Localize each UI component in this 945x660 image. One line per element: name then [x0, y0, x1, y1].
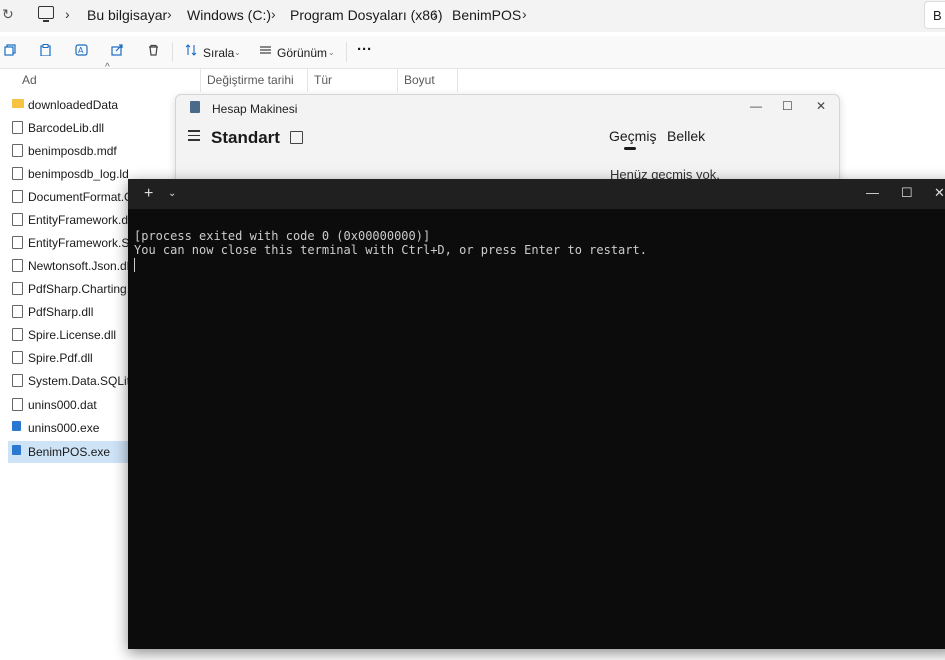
close-icon[interactable]: ✕ [816, 99, 826, 113]
sort-ascending-icon: ^ [105, 62, 110, 73]
exe-icon [12, 445, 21, 455]
minimize-icon[interactable]: — [750, 99, 762, 113]
close-icon[interactable]: ✕ [934, 185, 945, 201]
window-title: Hesap Makinesi [212, 102, 298, 116]
list-item[interactable]: Spire.License.dll [8, 324, 128, 346]
list-item[interactable]: benimposdb_log.ldf [8, 163, 128, 185]
address-bar: ↻ › Bu bilgisayar › Windows (C:) › Progr… [0, 0, 945, 32]
list-item[interactable]: unins000.dat [8, 394, 128, 416]
chevron-down-icon[interactable]: ⌄ [168, 188, 176, 199]
list-item[interactable]: PdfSharp.Charting.dl [8, 278, 128, 300]
chevron-right-icon[interactable]: › [522, 6, 527, 22]
chevron-right-icon[interactable]: › [271, 6, 276, 22]
maximize-icon[interactable]: ☐ [901, 185, 913, 201]
tab-memory[interactable]: Bellek [667, 128, 705, 144]
svg-text:A: A [78, 46, 84, 55]
terminal-output-line: You can now close this terminal with Ctr… [134, 243, 647, 257]
terminal-output-line: [process exited with code 0 (0x00000000)… [134, 229, 431, 243]
paste-icon[interactable] [39, 44, 52, 56]
search-input[interactable]: B [924, 1, 945, 29]
minimize-icon[interactable]: — [866, 185, 879, 200]
calculator-window[interactable]: Hesap Makinesi — ☐ ✕ Standart Geçmiş Bel… [175, 94, 840, 186]
dll-file-icon [12, 328, 23, 341]
file-icon [12, 144, 23, 157]
exe-icon [12, 421, 21, 431]
list-item[interactable]: BarcodeLib.dll [8, 117, 128, 139]
list-item[interactable]: EntityFramework.dll [8, 209, 128, 231]
list-item[interactable]: DocumentFormat.Op [8, 186, 128, 208]
breadcrumb-benimpos[interactable]: BenimPOS [452, 7, 521, 23]
delete-icon[interactable] [147, 44, 160, 56]
refresh-icon[interactable]: ↻ [2, 6, 14, 23]
maximize-icon[interactable]: ☐ [782, 99, 793, 113]
dll-file-icon [12, 351, 23, 364]
column-header-date[interactable]: Değiştirme tarihi [207, 73, 294, 87]
chevron-right-icon[interactable]: › [433, 6, 438, 22]
list-item[interactable]: EntityFramework.Sql [8, 232, 128, 254]
breadcrumb-program-files[interactable]: Program Dosyaları (x86) [290, 7, 443, 23]
copy-icon[interactable] [4, 44, 17, 56]
list-item[interactable]: Newtonsoft.Json.dll [8, 255, 128, 277]
calculator-app-icon [190, 101, 200, 113]
dll-file-icon [12, 213, 23, 226]
column-header-type[interactable]: Tür [314, 73, 332, 87]
breadcrumb-this-pc[interactable]: Bu bilgisayar [87, 7, 167, 23]
terminal-window[interactable]: + ⌄ — ☐ ✕ [process exited with code 0 (0… [128, 179, 945, 649]
view-icon[interactable] [259, 44, 272, 56]
calculator-mode-title: Standart [211, 128, 280, 147]
dll-file-icon [12, 236, 23, 249]
breadcrumb-windows-c[interactable]: Windows (C:) [187, 7, 271, 23]
dll-file-icon [12, 121, 23, 134]
column-divider[interactable] [200, 68, 201, 92]
dll-file-icon [12, 374, 23, 387]
toolbar-divider [172, 42, 173, 62]
list-item[interactable]: PdfSharp.dll [8, 301, 128, 323]
column-header-size[interactable]: Boyut [404, 73, 435, 87]
command-bar: A Sırala ⌄ Görünüm ⌄ ··· [0, 36, 945, 69]
chevron-right-icon[interactable]: › [167, 6, 172, 22]
column-divider[interactable] [307, 68, 308, 92]
terminal-titlebar: + ⌄ — ☐ ✕ [128, 179, 945, 209]
list-item[interactable]: unins000.exe [8, 417, 128, 439]
sort-button[interactable]: Sırala [203, 46, 234, 60]
view-button[interactable]: Görünüm [277, 46, 327, 60]
terminal-cursor[interactable] [134, 258, 135, 272]
chevron-right-icon[interactable]: › [65, 6, 70, 22]
column-divider[interactable] [457, 68, 458, 92]
share-icon[interactable] [111, 44, 124, 56]
dll-file-icon [12, 259, 23, 272]
file-icon [12, 167, 23, 180]
list-item-selected[interactable]: BenimPOS.exe [8, 441, 128, 463]
active-tab-indicator [624, 147, 636, 150]
list-item[interactable]: System.Data.SQLite.c [8, 370, 128, 392]
dll-file-icon [12, 305, 23, 318]
list-item[interactable]: benimposdb.mdf [8, 140, 128, 162]
tab-history[interactable]: Geçmiş [609, 128, 656, 144]
hamburger-menu-icon[interactable] [188, 130, 200, 144]
dll-file-icon [12, 190, 23, 203]
chevron-down-icon[interactable]: ⌄ [234, 48, 241, 57]
new-tab-icon[interactable]: + [144, 185, 153, 203]
rename-icon[interactable]: A [75, 44, 88, 56]
list-item[interactable]: downloadedData [8, 94, 128, 116]
column-header-name[interactable]: Ad [22, 73, 37, 87]
folder-icon [12, 99, 24, 108]
keep-on-top-icon[interactable] [290, 131, 303, 144]
sort-icon[interactable] [185, 44, 198, 56]
dll-file-icon [12, 282, 23, 295]
this-pc-icon[interactable] [38, 6, 54, 22]
list-item[interactable]: Spire.Pdf.dll [8, 347, 128, 369]
file-icon [12, 398, 23, 411]
column-divider[interactable] [397, 68, 398, 92]
chevron-down-icon[interactable]: ⌄ [328, 48, 335, 57]
more-options-button[interactable]: ··· [357, 41, 372, 58]
toolbar-divider [346, 42, 347, 62]
